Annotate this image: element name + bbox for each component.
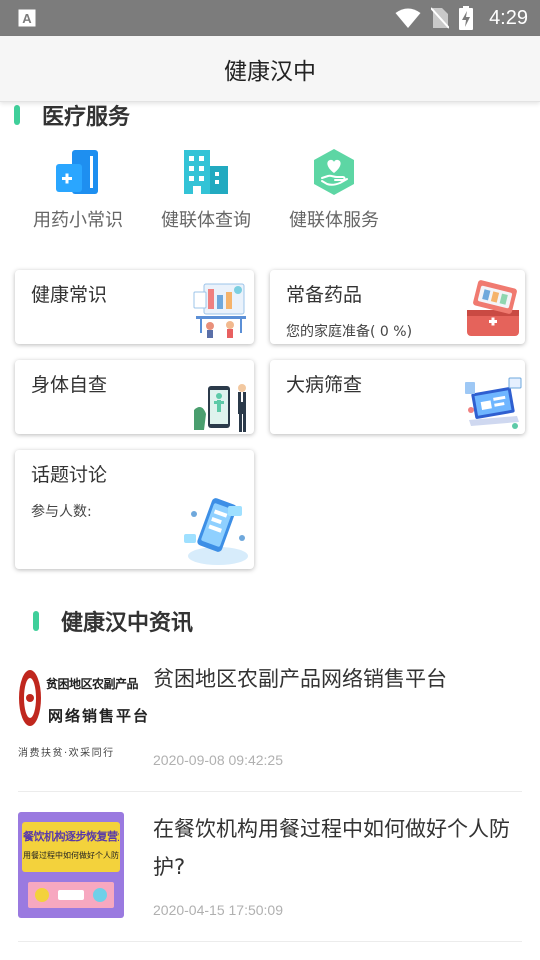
main-content[interactable]: 医疗服务 用药小常识 健联体查询 健联体服务 健康常识 常备药品 您的家庭准备(… — [0, 102, 540, 960]
divider — [18, 791, 522, 792]
medical-section-header: 医疗服务 — [14, 102, 130, 131]
news-title: 在餐饮机构用餐过程中如何做好个人防护? — [153, 817, 510, 879]
section-title: 医疗服务 — [42, 105, 131, 130]
building-icon — [184, 150, 228, 194]
card-title: 常备药品 — [286, 284, 363, 306]
wifi-icon — [395, 8, 421, 28]
thumb-text: 贫困地区农副产品 — [46, 677, 139, 691]
health-dashboard-illustration — [193, 283, 246, 338]
app-bar: 健康汉中 — [0, 36, 540, 102]
card-health-knowledge[interactable]: 健康常识 — [15, 270, 254, 344]
section-accent-bar — [33, 611, 39, 631]
service-shortcuts: 用药小常识 健联体查询 健联体服务 — [14, 148, 398, 232]
card-disease-screening[interactable]: 大病筛查 — [270, 360, 525, 434]
card-self-check[interactable]: 身体自查 — [15, 360, 254, 434]
thumb-text: 消费扶贫·欢采同行 — [18, 748, 115, 759]
news-timestamp: 2020-04-15 17:50:09 — [153, 902, 283, 918]
news-thumbnail: 餐饮机构逐步恢复营业 用餐过程中如何做好个人防护 — [18, 812, 124, 918]
service-label: 健联体查询 — [161, 210, 251, 231]
card-title: 身体自查 — [31, 374, 108, 396]
service-label: 用药小常识 — [33, 210, 123, 231]
service-medicine-guide[interactable]: 用药小常识 — [14, 148, 142, 232]
thumb-text: 餐饮机构逐步恢复营业 — [23, 830, 119, 843]
card-common-medicine[interactable]: 常备药品 您的家庭准备( 0 %) — [270, 270, 525, 344]
card-title: 大病筛查 — [286, 374, 363, 396]
card-title: 话题讨论 — [31, 464, 108, 486]
clock: 4:29 — [489, 6, 528, 29]
news-timestamp: 2020-09-08 09:42:25 — [153, 752, 283, 768]
screening-device-illustration — [465, 377, 522, 429]
battery-charging-icon — [459, 6, 474, 30]
status-bar: A 4:29 — [0, 0, 540, 36]
svg-text:A: A — [22, 11, 32, 26]
participant-count-text: 参与人数: — [31, 504, 92, 520]
service-label: 健联体服务 — [289, 210, 379, 231]
news-thumbnail: 贫困地区农副产品 网络销售平台 消费扶贫·欢采同行 — [18, 662, 148, 768]
family-preparedness-text: 您的家庭准备( 0 %) — [286, 324, 413, 340]
thumb-text: 用餐过程中如何做好个人防护 — [23, 851, 119, 860]
heart-hand-icon — [314, 149, 354, 195]
body-scan-illustration — [194, 384, 246, 432]
thumb-text: 网络销售平台 — [48, 707, 151, 725]
news-item[interactable]: 餐饮机构逐步恢复营业 用餐过程中如何做好个人防护 在餐饮机构用餐过程中如何做好个… — [18, 812, 522, 918]
divider — [18, 941, 522, 942]
medicine-kit-illustration — [467, 280, 519, 336]
no-sim-icon — [431, 7, 450, 29]
phone-chat-illustration — [184, 498, 248, 565]
news-section-header: 健康汉中资讯 — [33, 605, 193, 637]
page-title: 健康汉中 — [224, 58, 316, 85]
app-notification-icon: A — [18, 9, 36, 27]
service-alliance-query[interactable]: 健联体查询 — [142, 148, 270, 232]
medicine-guide-icon — [56, 150, 98, 194]
card-title: 健康常识 — [31, 284, 108, 306]
service-alliance-service[interactable]: 健联体服务 — [270, 148, 398, 232]
section-accent-bar — [14, 105, 20, 125]
news-title: 贫困地区农副产品网络销售平台 — [153, 667, 447, 691]
news-item[interactable]: 贫困地区农副产品 网络销售平台 消费扶贫·欢采同行 贫困地区农副产品网络销售平台… — [18, 662, 522, 768]
card-topic-discussion[interactable]: 话题讨论 参与人数: — [15, 450, 254, 569]
section-title: 健康汉中资讯 — [61, 611, 194, 636]
